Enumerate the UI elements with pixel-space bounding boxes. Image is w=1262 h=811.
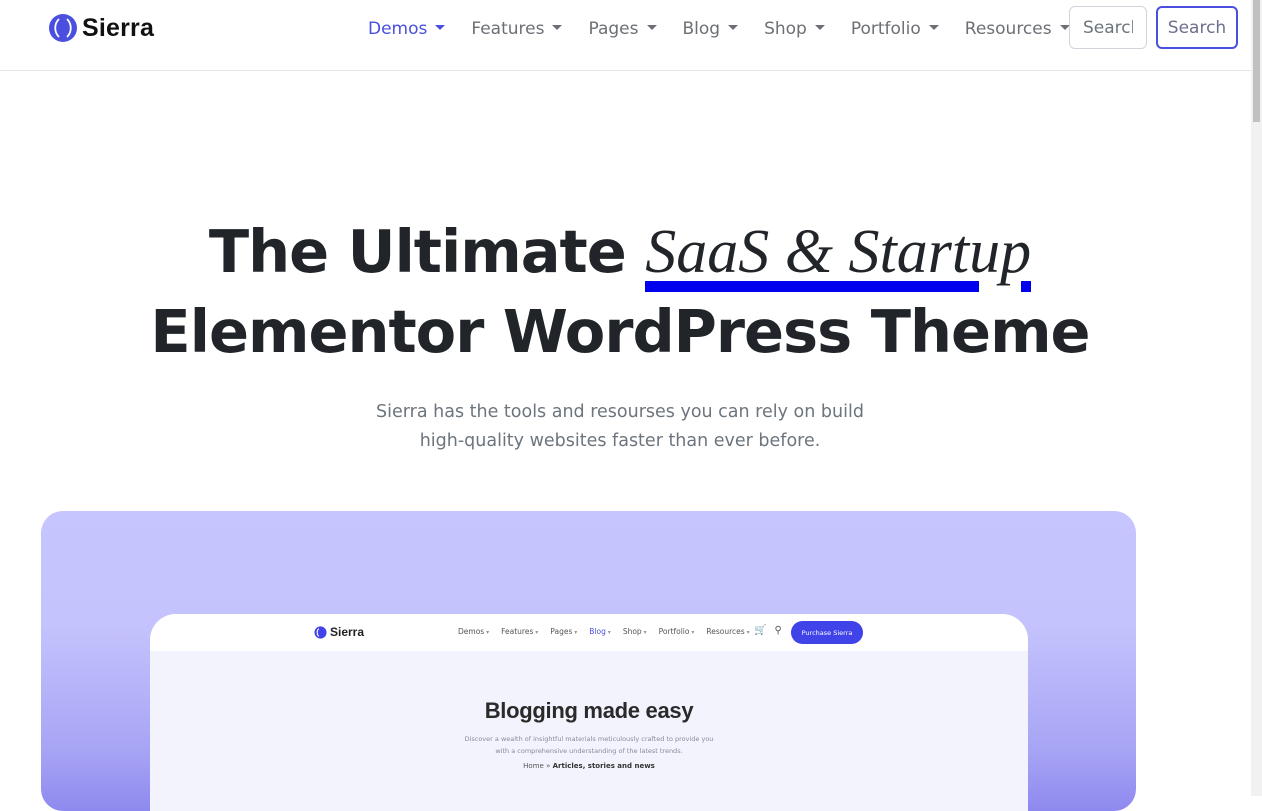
nav-item-shop[interactable]: Shop — [751, 15, 838, 43]
caret-down-icon — [928, 24, 939, 30]
nav-item-label: Pages — [588, 19, 639, 39]
highlight-cursor — [1021, 281, 1032, 292]
nav-item-label: Features — [471, 19, 545, 39]
hero-subtitle-line-1: Sierra has the tools and resourses you c… — [376, 401, 864, 422]
preview-brand: Sierra — [314, 625, 364, 639]
hero-title-line-2: Elementor WordPress Theme — [150, 297, 1090, 366]
nav-item-portfolio[interactable]: Portfolio — [838, 15, 952, 43]
nav-item-label: Demos — [368, 19, 428, 39]
preview-breadcrumb: Home » Articles, stories and news — [150, 762, 1028, 770]
nav-item-label: Resources — [964, 19, 1052, 39]
demo-preview-window: Sierra Demos Features Pages Blog Shop Po… — [150, 614, 1028, 811]
sierra-logo-icon — [314, 625, 327, 639]
preview-menu: Demos Features Pages Blog Shop Portfolio… — [458, 627, 762, 636]
nav-item-blog[interactable]: Blog — [670, 15, 752, 43]
main-nav: Demos Features Pages Blog Shop Portfolio… — [355, 15, 1083, 43]
preview-description-line-1: Discover a wealth of insightful material… — [464, 735, 714, 743]
brand-name: Sierra — [82, 13, 155, 42]
preview-navbar: Sierra Demos Features Pages Blog Shop Po… — [150, 614, 1028, 651]
sierra-logo-icon — [49, 14, 77, 42]
caret-down-icon — [646, 24, 657, 30]
brand-link[interactable]: Sierra — [48, 12, 154, 44]
hero-subtitle: Sierra has the tools and resourses you c… — [0, 398, 1240, 456]
cart-icon: 🛒 — [754, 625, 767, 636]
search-button[interactable]: Search — [1156, 6, 1238, 49]
highlight-underline — [645, 281, 980, 292]
nav-item-features[interactable]: Features — [458, 15, 575, 43]
preview-menu-demos: Demos — [458, 627, 489, 636]
site-header: Sierra Demos Features Pages Blog Shop Po… — [0, 0, 1252, 71]
nav-item-pages[interactable]: Pages — [575, 15, 669, 43]
nav-item-demos[interactable]: Demos — [355, 15, 458, 43]
nav-item-label: Shop — [764, 19, 807, 39]
caret-down-icon — [435, 24, 446, 30]
nav-item-label: Portfolio — [850, 19, 921, 39]
preview-menu-blog: Blog — [589, 627, 611, 636]
preview-title: Blogging made easy — [484, 698, 694, 723]
preview-description: Discover a wealth of insightful material… — [150, 733, 1028, 757]
preview-brand-name: Sierra — [330, 625, 365, 639]
preview-menu-features: Features — [501, 627, 538, 636]
caret-down-icon — [552, 24, 563, 30]
nav-item-resources[interactable]: Resources — [952, 15, 1083, 43]
preview-breadcrumb-separator: » — [546, 762, 551, 770]
page-scrollbar[interactable] — [1251, 0, 1262, 796]
preview-breadcrumb-current: Articles, stories and news — [552, 762, 655, 770]
hero-title-prefix: The Ultimate — [208, 217, 627, 286]
demo-preview-card[interactable]: Sierra Demos Features Pages Blog Shop Po… — [41, 511, 1136, 811]
caret-down-icon — [814, 24, 825, 30]
search-input[interactable] — [1069, 6, 1147, 49]
hero-title-highlight-text: SaaS & Startup — [645, 218, 1032, 286]
preview-breadcrumb-home: Home — [523, 762, 544, 770]
scrollbar-thumb[interactable] — [1253, 0, 1260, 122]
preview-nav-icons: 🛒 ⚲ — [754, 625, 782, 636]
caret-down-icon — [728, 24, 739, 30]
hero-title-highlight: SaaS & Startup — [645, 212, 1032, 292]
preview-menu-resources: Resources — [706, 627, 749, 636]
nav-item-label: Blog — [682, 19, 721, 39]
hero-title: The Ultimate SaaS & Startup Elementor Wo… — [0, 212, 1240, 372]
preview-description-line-2: with a comprehensive understanding of th… — [495, 747, 683, 755]
search-icon: ⚲ — [774, 625, 782, 636]
hero-title-line-1: The Ultimate SaaS & Startup — [0, 212, 1240, 292]
preview-menu-portfolio: Portfolio — [659, 627, 695, 636]
preview-menu-shop: Shop — [623, 627, 647, 636]
preview-purchase-button: Purchase Sierra — [791, 621, 863, 644]
preview-menu-pages: Pages — [550, 627, 577, 636]
hero-subtitle-line-2: high-quality websites faster than ever b… — [419, 430, 821, 451]
